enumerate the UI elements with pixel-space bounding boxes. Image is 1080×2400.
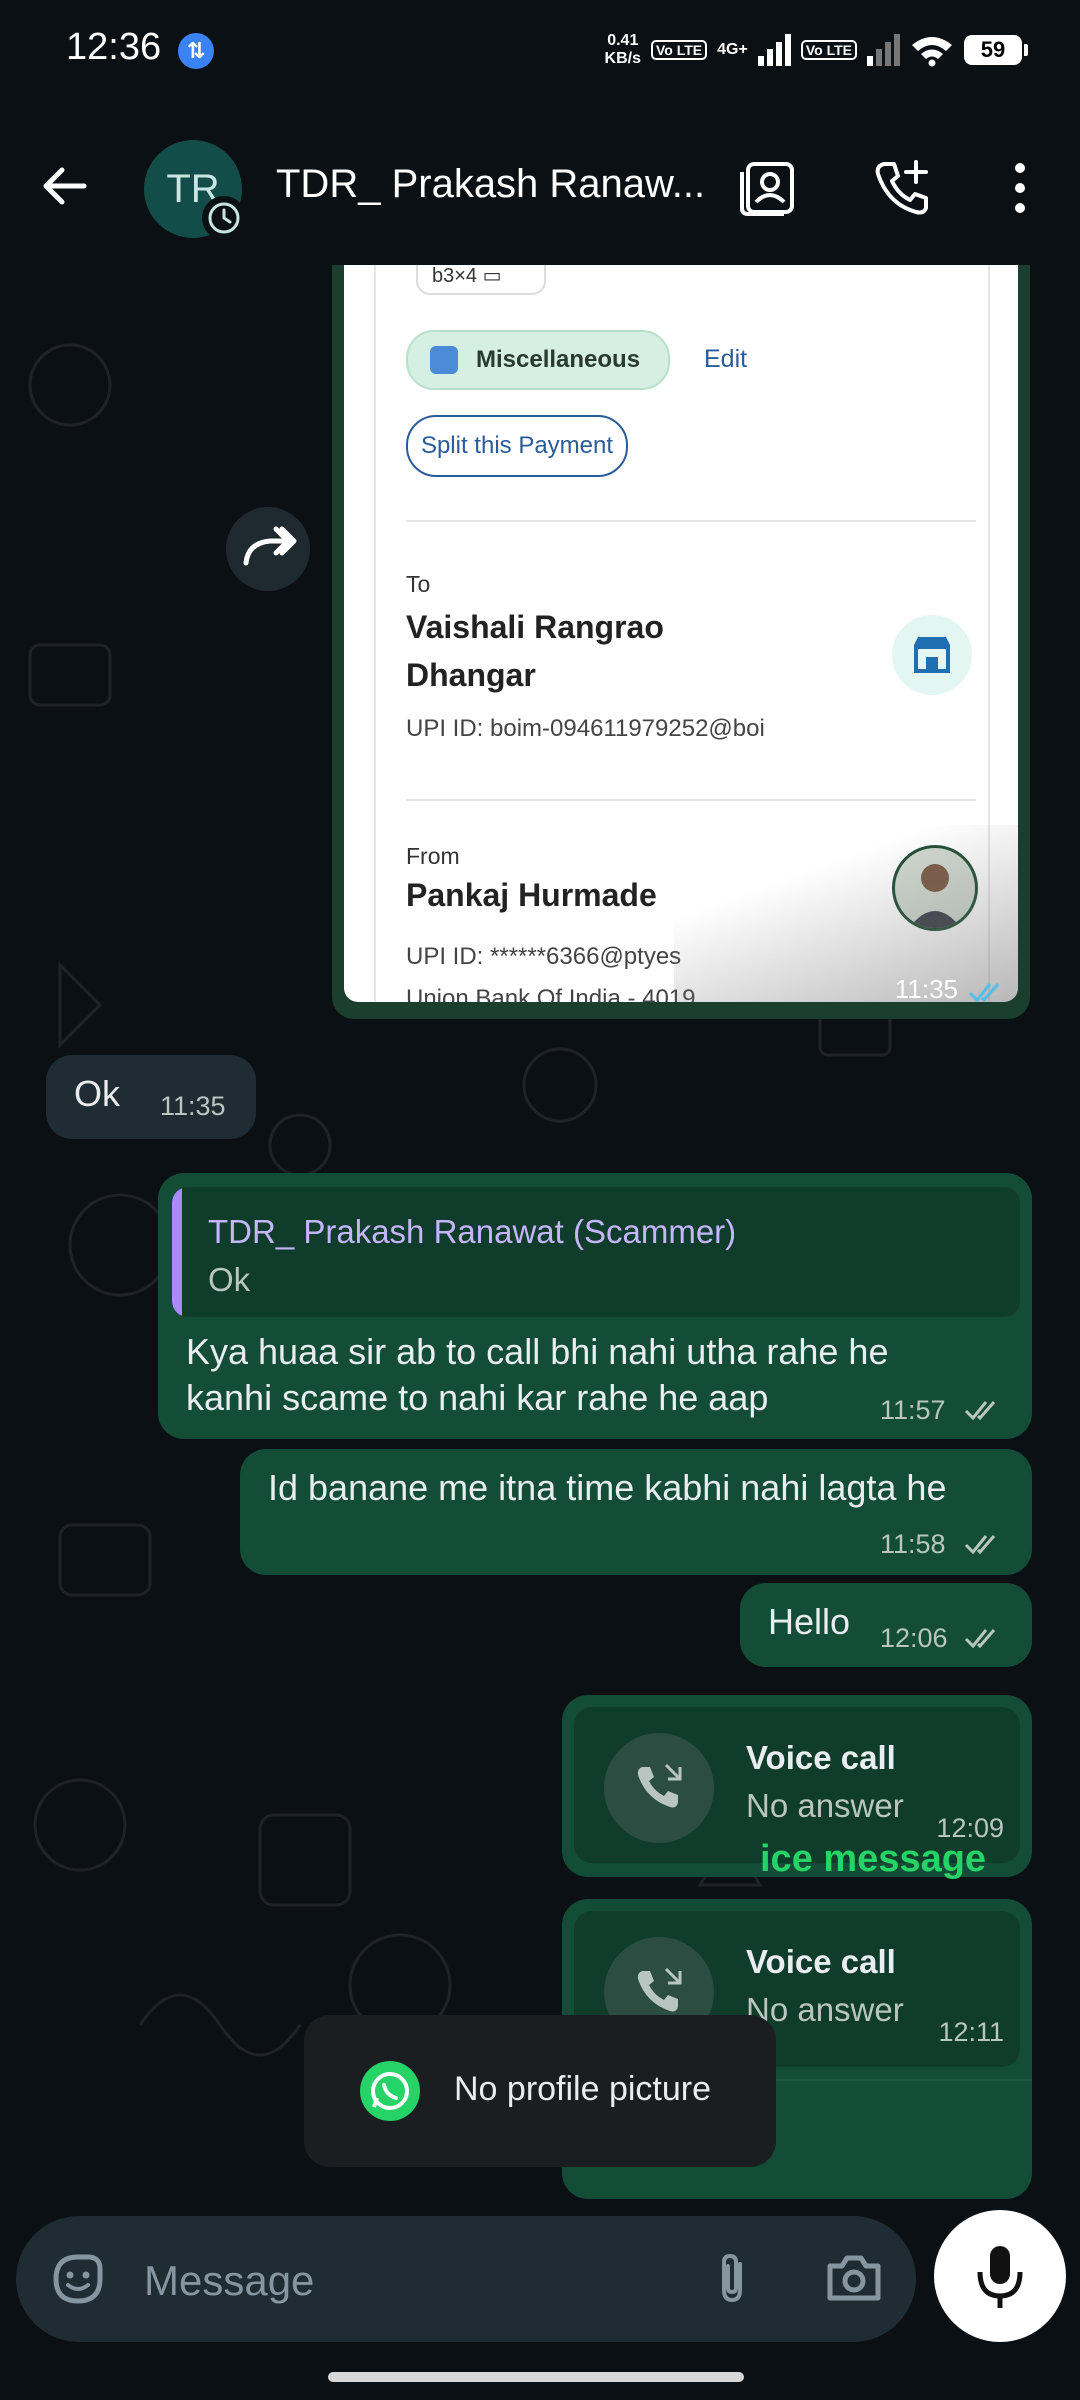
quoted-message[interactable]: TDR_ Prakash Ranawat (Scammer) Ok [172, 1187, 1020, 1317]
message-composer [16, 2216, 916, 2342]
message-text: kanhi scame to nahi kar rahe he aap [186, 1377, 769, 1418]
recipient-upi: UPI ID: boim-094611979252@boi [406, 715, 765, 742]
voice-message-link[interactable]: ice message [760, 1838, 986, 1881]
to-label: To [406, 571, 431, 597]
volte-badge: Vo LTE [651, 40, 708, 60]
status-timer-icon [202, 196, 246, 240]
status-bar: 12:36 ⇅ 0.41 KB/s Vo LTE 4G+ Vo LTE 59 [0, 0, 1080, 100]
message-text: Hello [768, 1601, 851, 1642]
wifi-icon [912, 37, 952, 67]
payment-code-chip: b3×4 ▭ [416, 265, 546, 295]
camera-icon[interactable] [822, 2246, 886, 2310]
signal-icon [757, 34, 791, 66]
home-gesture-bar[interactable] [328, 2372, 744, 2382]
message-time: 11:35 [894, 974, 958, 1004]
microphone-icon [977, 2246, 1023, 2308]
data-sync-icon: ⇅ [178, 33, 214, 69]
message-time: 11:57 [880, 1395, 946, 1425]
recipient-name-line2: Dhangar [406, 657, 536, 693]
outgoing-message[interactable]: Id banane me itna time kabhi nahi lagta … [240, 1449, 1032, 1575]
delivered-ticks-icon [964, 1629, 996, 1649]
toast-notification: No profile picture [304, 2015, 776, 2167]
recipient-name-line1: Vaishali Rangrao [406, 609, 664, 645]
add-call-icon[interactable] [870, 156, 934, 220]
call-title: Voice call [746, 1739, 896, 1776]
status-indicators: 0.41 KB/s Vo LTE 4G+ Vo LTE 59 [604, 22, 1028, 78]
store-icon [892, 615, 972, 695]
outgoing-message[interactable]: TDR_ Prakash Ranawat (Scammer) Ok Kya hu… [158, 1173, 1032, 1439]
back-arrow-icon[interactable] [36, 158, 92, 214]
battery-icon: 59 [964, 35, 1028, 65]
network-speed: 0.41 KB/s [604, 32, 641, 67]
message-time: 11:35 [160, 1091, 226, 1121]
attachment-icon[interactable] [700, 2246, 764, 2310]
signal-icon-2 [867, 34, 900, 66]
whatsapp-logo-icon [360, 2061, 420, 2121]
delivered-ticks-icon [964, 1401, 996, 1421]
sender-bank: Union Bank Of India - 4019 [406, 985, 696, 1002]
forward-icon [243, 526, 297, 566]
volte-badge-2: Vo LTE [800, 40, 857, 60]
contact-card-icon[interactable] [738, 156, 802, 220]
category-chip: Miscellaneous [406, 330, 671, 390]
call-status: No answer [746, 1787, 904, 1824]
split-payment-button: Split this Payment [406, 415, 628, 477]
read-ticks-icon [968, 983, 1000, 1003]
message-text: Id banane me itna time kabhi nahi lagta … [268, 1467, 947, 1508]
category-icon [430, 346, 458, 374]
status-time: 12:36 [66, 26, 162, 68]
toast-text: No profile picture [454, 2070, 712, 2108]
chat-area[interactable]: b3×4 ▭ Miscellaneous Edit Split this Pay… [0, 265, 1080, 2215]
message-input[interactable] [142, 2252, 646, 2310]
quote-bar [172, 1187, 182, 1317]
from-label: From [406, 843, 460, 869]
contact-name[interactable]: TDR_ Prakash Ranaw... [276, 162, 706, 207]
edit-category-link: Edit [704, 345, 748, 373]
call-icon [604, 1733, 714, 1843]
image-fade-overlay [674, 825, 1018, 1002]
outgoing-message[interactable]: Hello 12:06 [740, 1583, 1032, 1667]
incoming-message[interactable]: Ok 11:35 [46, 1055, 256, 1139]
message-time: 11:58 [880, 1529, 946, 1559]
more-options-icon[interactable] [988, 156, 1052, 220]
quoted-sender: TDR_ Prakash Ranawat (Scammer) [208, 1213, 737, 1250]
system-nav-bar [0, 2350, 1080, 2400]
network-type: 4G+ [717, 41, 748, 58]
image-message-bubble[interactable]: b3×4 ▭ Miscellaneous Edit Split this Pay… [332, 265, 1030, 1019]
message-text: Kya huaa sir ab to call bhi nahi utha ra… [186, 1331, 889, 1372]
card-divider [406, 520, 976, 522]
chat-header: TR TDR_ Prakash Ranaw... [0, 100, 1080, 265]
forward-button[interactable] [226, 507, 310, 591]
message-time: 12:11 [938, 2017, 1004, 2047]
sender-upi: UPI ID: ******6366@ptyes [406, 943, 682, 970]
quoted-text: Ok [208, 1261, 251, 1298]
voice-record-button[interactable] [934, 2210, 1066, 2342]
sticker-emoji-icon[interactable] [46, 2247, 110, 2311]
card-divider [406, 799, 976, 801]
message-time: 12:06 [880, 1623, 948, 1653]
delivered-ticks-icon [964, 1535, 996, 1555]
call-title: Voice call [746, 1943, 896, 1980]
message-text: Ok [74, 1073, 121, 1114]
payment-screenshot[interactable]: b3×4 ▭ Miscellaneous Edit Split this Pay… [344, 265, 1018, 1002]
sender-name: Pankaj Hurmade [406, 877, 657, 913]
